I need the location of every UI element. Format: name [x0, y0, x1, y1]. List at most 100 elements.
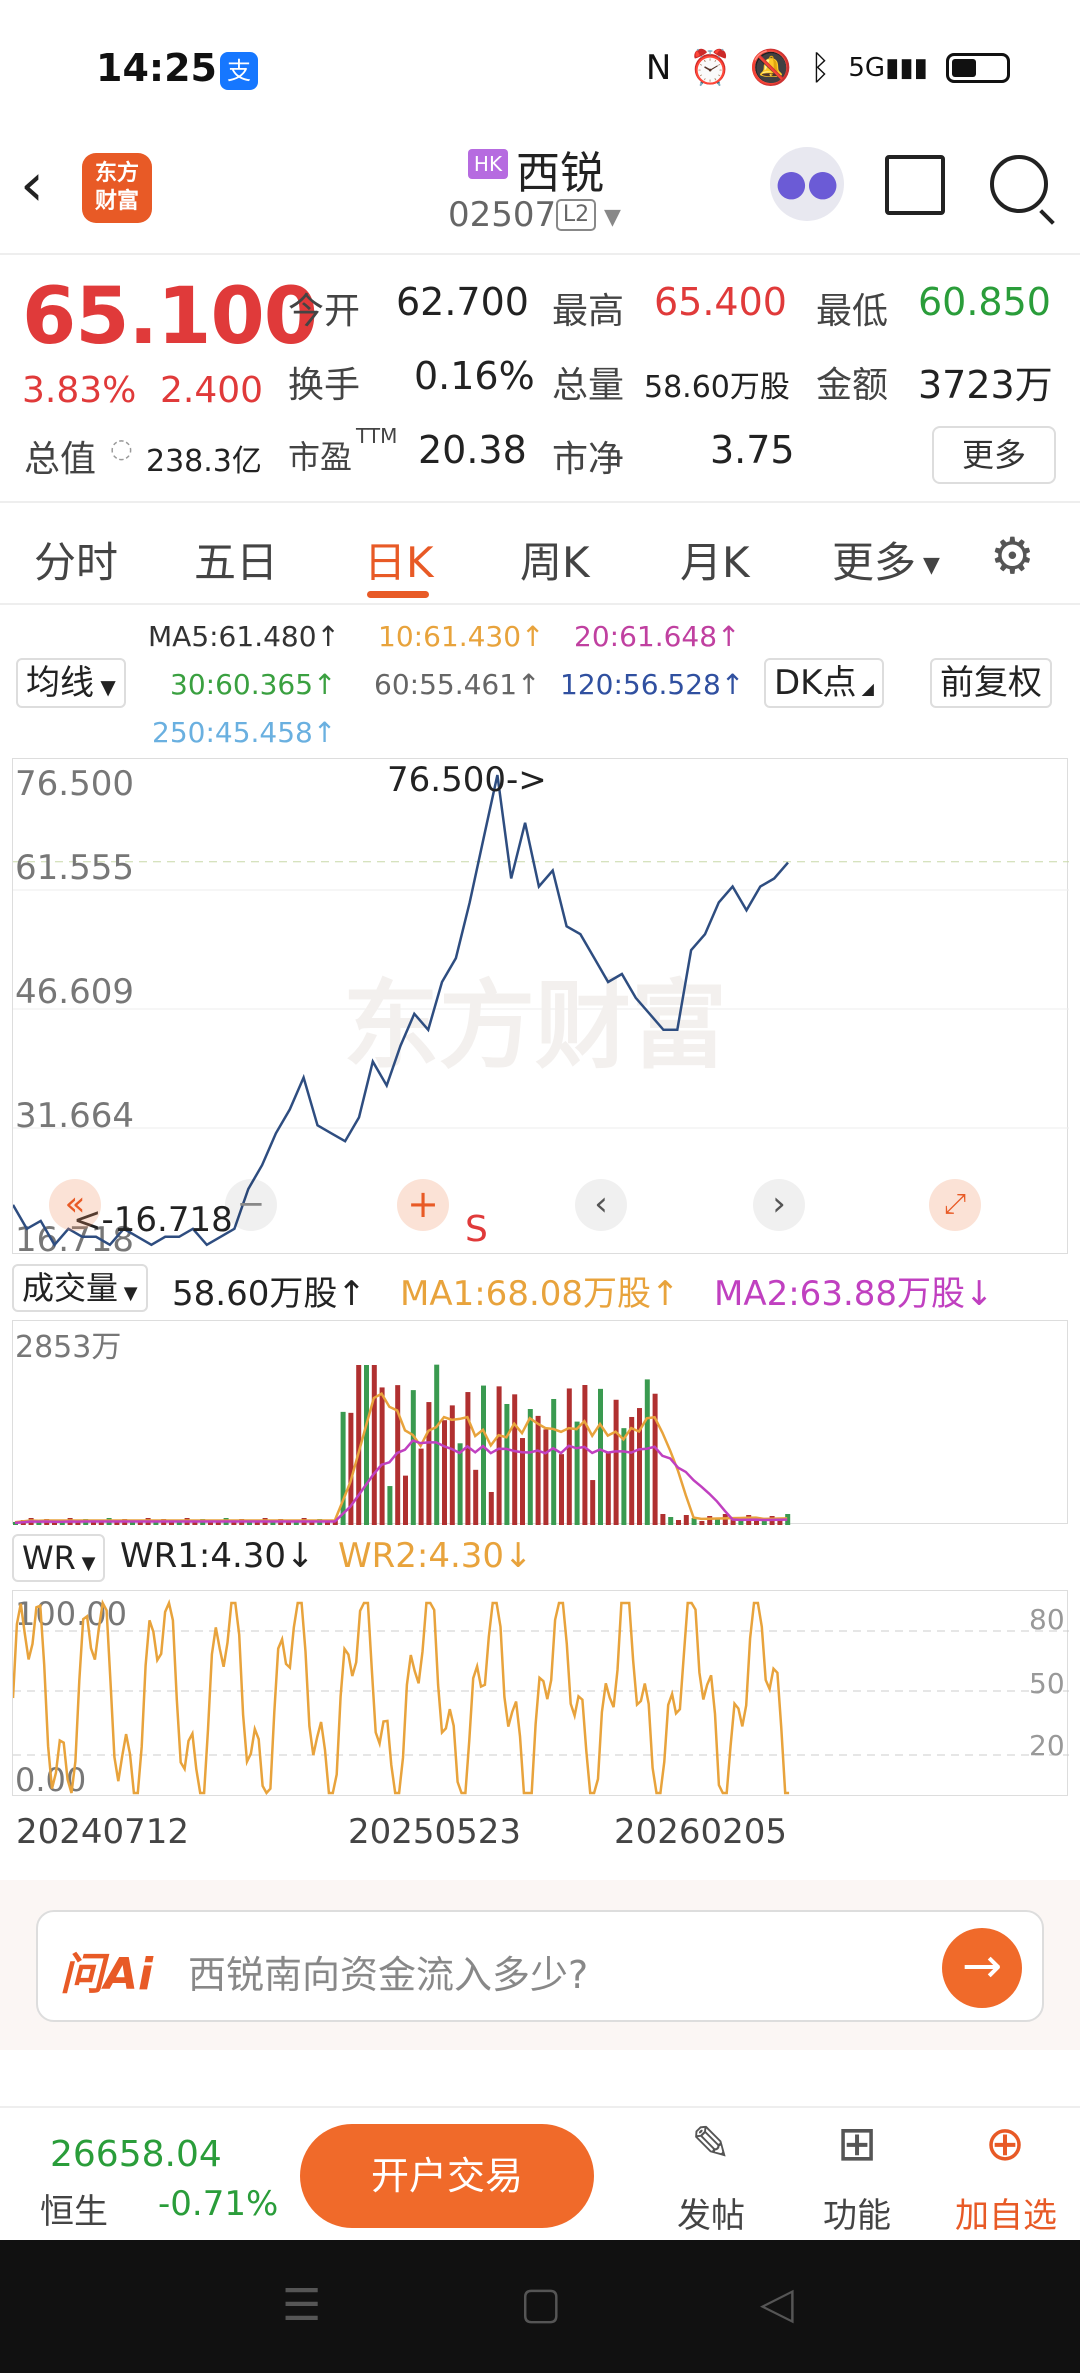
volume-bar	[504, 1403, 510, 1525]
add-circle-icon[interactable]: ⊕	[970, 2116, 1040, 2172]
fullscreen-icon[interactable]: ⤢	[929, 1179, 981, 1231]
volume-bar	[449, 1405, 455, 1525]
volume-indicator-selector[interactable]: 成交量 ▼	[12, 1264, 148, 1312]
volume-bar	[566, 1388, 572, 1525]
tab-monthly-k[interactable]: 月K	[680, 529, 750, 590]
ai-robot-icon[interactable]: ●●	[770, 147, 844, 221]
alarm-icon: ⏰	[689, 48, 732, 88]
eastmoney-logo[interactable]: 东方 财富	[82, 153, 152, 223]
date-tick: 20250523	[348, 1812, 522, 1852]
wr-chart[interactable]: 100.00 0.00 80 50 20	[12, 1590, 1069, 1797]
price-chart[interactable]: 东方财富 76.500 61.555 46.609 31.664 16.718 …	[12, 758, 1069, 1255]
zoom-out-icon[interactable]: −	[225, 1179, 277, 1231]
date-tick: 20260205	[614, 1812, 788, 1852]
fast-back-icon[interactable]: «	[49, 1179, 101, 1231]
volume-bar	[418, 1448, 424, 1525]
volume-bar	[715, 1519, 720, 1525]
scroll-left-icon[interactable]: ‹	[575, 1179, 627, 1231]
volume-bar	[707, 1516, 713, 1525]
clock: 14:25	[96, 46, 217, 90]
indicator-selector[interactable]: 均线 ▼	[16, 658, 126, 708]
status-icons: N ⏰ 🔕 ᛒ 5G▮▮▮	[646, 48, 1010, 88]
open-account-trade-button[interactable]: 开户交易	[300, 2124, 594, 2228]
y-tick-label: 46.609	[15, 972, 134, 1012]
ma5-label: MA5:61.480↑	[148, 620, 340, 653]
date-tick: 20240712	[16, 1812, 190, 1852]
share-icon[interactable]	[885, 155, 945, 215]
volume-bar	[527, 1409, 533, 1525]
battery-icon	[946, 53, 1010, 83]
volume-bar	[629, 1416, 635, 1525]
menu-icon[interactable]: ☰	[282, 2280, 321, 2331]
volume-bar	[574, 1421, 580, 1525]
volume-bar	[559, 1454, 564, 1525]
add-favorite-button[interactable]: 加自选	[946, 2188, 1066, 2237]
ma30-label: 30:60.365↑	[170, 668, 337, 701]
back-arrow-icon[interactable]: ‹	[20, 155, 80, 225]
hsi-value[interactable]: 26658.04	[50, 2134, 222, 2175]
volume-bar	[683, 1515, 689, 1525]
pb-label: 市净	[552, 439, 625, 480]
tab-daily-k[interactable]: 日K	[364, 529, 434, 590]
volume-bar	[551, 1398, 557, 1525]
search-icon[interactable]	[990, 155, 1048, 213]
low-label: 最低	[816, 291, 889, 332]
pe-ttm-sup: TTM	[356, 424, 398, 448]
hsi-percent[interactable]: -0.71%	[158, 2184, 278, 2224]
alipay-icon: 支	[220, 52, 258, 90]
bluetooth-icon: ᛒ	[809, 48, 831, 88]
volume-bar	[340, 1411, 346, 1525]
volume-bar	[590, 1480, 596, 1525]
wr1-value: WR1:4.30↓	[120, 1536, 315, 1576]
function-button[interactable]: 功能	[812, 2188, 902, 2237]
back-nav-icon[interactable]: ◁	[760, 2278, 794, 2329]
wr-indicator-selector[interactable]: WR ▼	[12, 1534, 106, 1582]
ma10-label: 10:61.430↑	[378, 620, 545, 653]
wr2-value: WR2:4.30↓	[338, 1536, 533, 1576]
ai-question-bar[interactable]: 问Ai 西锐南向资金流入多少? →	[36, 1910, 1044, 2022]
turnover-value: 0.16%	[414, 354, 535, 398]
hsi-name[interactable]: 恒生	[40, 2184, 108, 2233]
volume-label: 总量	[552, 365, 625, 406]
volume-ma2: MA2:63.88万股↓	[714, 1274, 994, 1314]
stock-code: 02507	[448, 195, 557, 235]
volume-bar	[465, 1392, 471, 1525]
volume-bar	[668, 1517, 674, 1525]
tab-intraday[interactable]: 分时	[34, 529, 118, 590]
dk-point-selector[interactable]: DK点 ◢	[764, 658, 884, 708]
info-icon[interactable]: ◌	[110, 434, 133, 464]
period-tabs: 分时 五日 日K 周K 月K 更多 ▼ ⚙	[0, 505, 1080, 605]
post-icon[interactable]: ✎	[676, 2116, 746, 2172]
volume-bar	[403, 1475, 408, 1525]
post-button[interactable]: 发帖	[666, 2188, 756, 2237]
volume-current: 58.60万股↑	[172, 1274, 366, 1314]
volume-chart[interactable]: 2853万	[12, 1320, 1068, 1525]
volume-bar	[496, 1386, 502, 1525]
volume-bar	[598, 1388, 603, 1525]
adjust-selector[interactable]: 前复权	[930, 658, 1052, 708]
pe-label: 市盈	[288, 438, 353, 476]
volume-bar	[488, 1491, 494, 1525]
open-label: 今开	[288, 291, 361, 332]
code-dropdown-icon[interactable]: ▼	[604, 205, 621, 230]
zoom-in-icon[interactable]: +	[397, 1179, 449, 1231]
arrow-right-icon[interactable]: →	[942, 1928, 1022, 2008]
home-icon[interactable]: ▢	[520, 2278, 562, 2329]
watermark: 东方财富	[343, 970, 727, 1082]
tab-weekly-k[interactable]: 周K	[520, 529, 590, 590]
more-quote-button[interactable]: 更多	[932, 426, 1056, 484]
tab-more[interactable]: 更多 ▼	[832, 529, 940, 590]
gear-icon[interactable]: ⚙	[990, 527, 1035, 585]
volume-bar	[613, 1399, 619, 1525]
quote-panel: 65.100 3.83% 2.400 今开 62.700 最高 65.400 最…	[0, 258, 1080, 503]
volume-bar	[652, 1393, 658, 1525]
volume-bar	[699, 1521, 705, 1525]
level2-badge[interactable]: L2	[556, 199, 596, 231]
volume-bar	[379, 1387, 385, 1525]
function-icon[interactable]: ⊞	[822, 2116, 892, 2172]
tab-five-day[interactable]: 五日	[194, 529, 278, 590]
open-value: 62.700	[396, 280, 529, 324]
volume-bar	[410, 1390, 416, 1525]
wr-y-tick-right: 20	[1029, 1729, 1065, 1762]
scroll-right-icon[interactable]: ›	[753, 1179, 805, 1231]
